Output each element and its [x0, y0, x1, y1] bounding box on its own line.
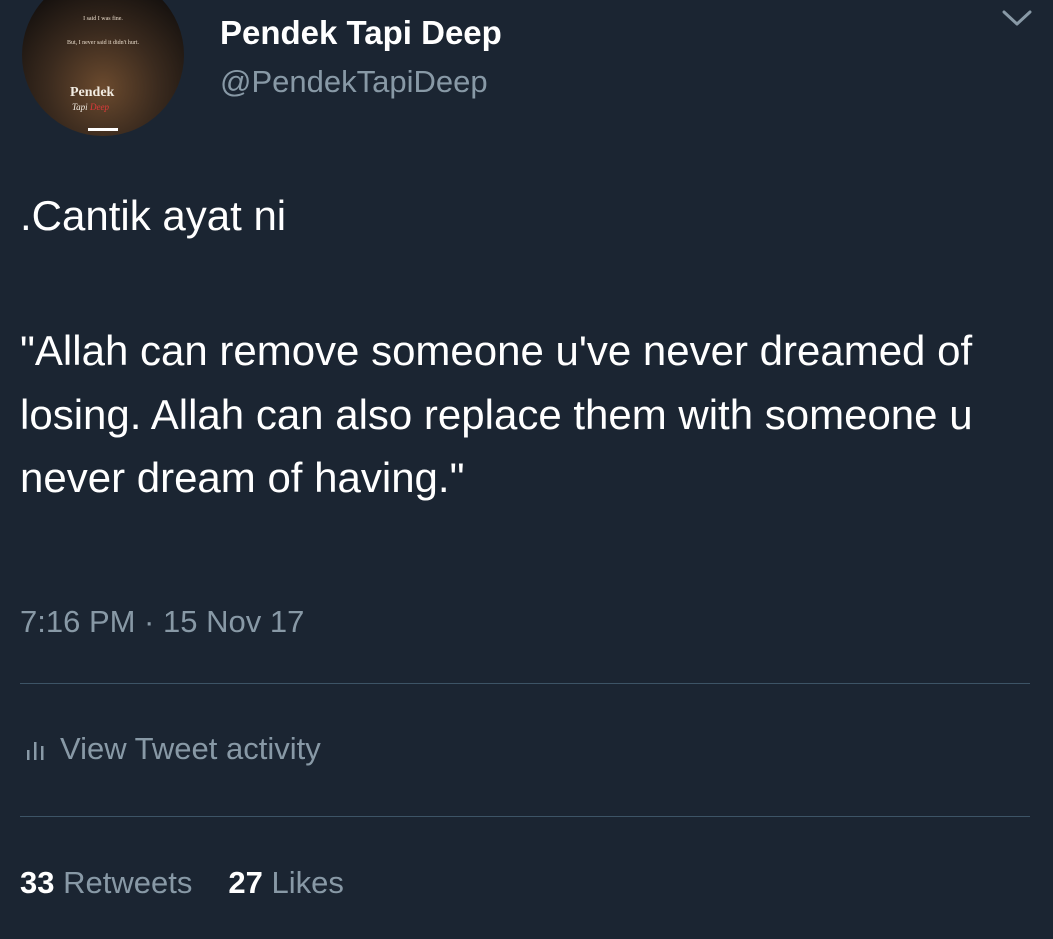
avatar-text-line1: I said I was fine. [83, 16, 123, 22]
likes-stat[interactable]: 27 Likes [228, 865, 343, 900]
avatar-text-line2: But, I never said it didn't hurt. [66, 40, 140, 46]
chevron-down-icon[interactable] [1000, 6, 1034, 30]
likes-count: 27 [228, 865, 263, 900]
tweet-timestamp[interactable]: 7:16 PM · 15 Nov 17 [20, 604, 304, 640]
retweets-label: Retweets [63, 865, 193, 900]
tweet-text-line1: .Cantik ayat ni [20, 192, 287, 239]
avatar-underline [88, 128, 118, 131]
author-display-name[interactable]: Pendek Tapi Deep [220, 14, 502, 52]
retweets-stat[interactable]: 33 Retweets [20, 865, 192, 900]
tweet-text-quote: "Allah can remove someone u've never dre… [20, 327, 973, 501]
view-tweet-activity-label: View Tweet activity [60, 731, 321, 766]
divider-top [20, 683, 1030, 684]
tweet-stats: 33 Retweets 27 Likes [20, 865, 344, 901]
retweets-count: 33 [20, 865, 55, 900]
bar-chart-icon [27, 742, 44, 760]
avatar-brand-sub: Tapi [72, 102, 88, 112]
divider-bottom [20, 816, 1030, 817]
view-tweet-activity-link[interactable]: View Tweet activity [24, 731, 321, 767]
likes-label: Likes [271, 865, 344, 900]
avatar-brand-sub-accent: Deep [90, 102, 109, 112]
avatar-brand: Pendek [70, 85, 115, 100]
author-handle[interactable]: @PendekTapiDeep [220, 64, 488, 100]
avatar[interactable]: I said I was fine. But, I never said it … [22, 0, 184, 136]
